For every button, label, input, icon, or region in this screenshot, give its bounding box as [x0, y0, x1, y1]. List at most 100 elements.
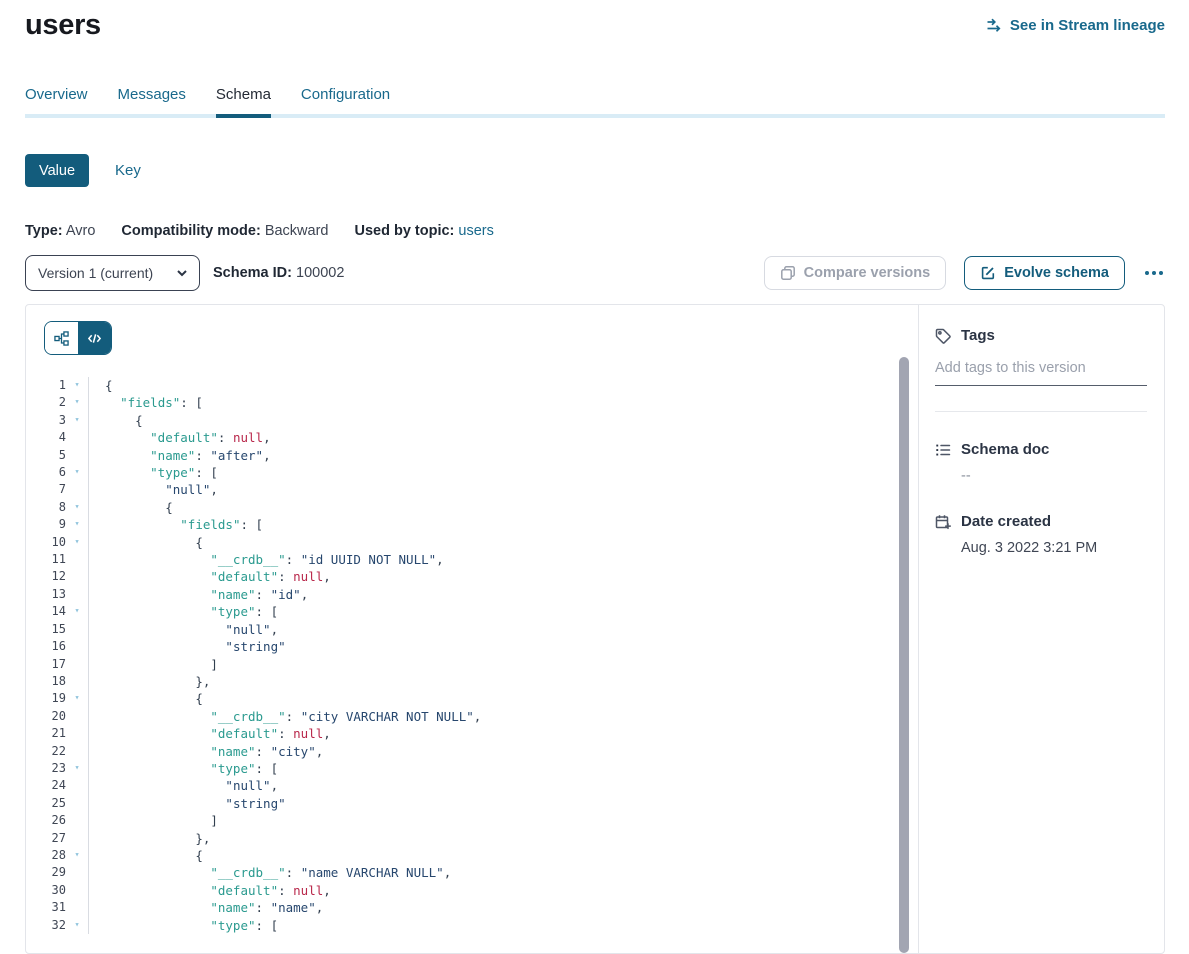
code-line: 13 "name": "id",	[26, 586, 918, 603]
value-toggle-button[interactable]: Value	[25, 154, 89, 187]
list-icon	[935, 442, 951, 458]
line-number: 32	[26, 917, 66, 934]
schema-type: Type: Avro	[25, 223, 95, 239]
schema-doc-value: --	[961, 468, 1147, 484]
line-number: 11	[26, 551, 66, 568]
date-created-value: Aug. 3 2022 3:21 PM	[961, 540, 1147, 556]
fold-toggle-icon[interactable]: ▾	[66, 603, 88, 620]
code-line: 4 "default": null,	[26, 429, 918, 446]
date-created-heading: Date created	[961, 513, 1051, 530]
line-number: 21	[26, 725, 66, 742]
code-scrollbar-thumb[interactable]	[899, 357, 909, 953]
schema-code-column: 1▾{2▾ "fields": [3▾ {4 "default": null,5…	[26, 305, 918, 953]
line-number: 6	[26, 464, 66, 481]
code-line: 7 "null",	[26, 481, 918, 498]
key-toggle-link[interactable]: Key	[115, 162, 141, 179]
code-line: 32▾ "type": [	[26, 917, 918, 934]
line-number: 13	[26, 586, 66, 603]
line-number: 15	[26, 621, 66, 638]
code-line: 23▾ "type": [	[26, 760, 918, 777]
topic-link[interactable]: users	[458, 223, 493, 239]
line-number: 7	[26, 481, 66, 498]
line-number: 3	[26, 412, 66, 429]
line-number: 12	[26, 568, 66, 585]
code-line: 6▾ "type": [	[26, 464, 918, 481]
compare-versions-button[interactable]: Compare versions	[764, 256, 947, 290]
code-line: 30 "default": null,	[26, 882, 918, 899]
line-number: 24	[26, 777, 66, 794]
tab-configuration[interactable]: Configuration	[301, 86, 390, 114]
schema-panel: 1▾{2▾ "fields": [3▾ {4 "default": null,5…	[25, 304, 1165, 954]
evolve-schema-button[interactable]: Evolve schema	[964, 256, 1125, 290]
tab-overview[interactable]: Overview	[25, 86, 88, 114]
fold-toggle-icon[interactable]: ▾	[66, 847, 88, 864]
line-number: 25	[26, 795, 66, 812]
tree-view-button[interactable]	[45, 322, 78, 354]
line-number: 8	[26, 499, 66, 516]
line-number: 29	[26, 864, 66, 881]
line-number: 22	[26, 743, 66, 760]
stream-lineage-link[interactable]: See in Stream lineage	[986, 17, 1165, 34]
tags-heading-row: Tags	[935, 327, 1147, 344]
code-line: 9▾ "fields": [	[26, 516, 918, 533]
code-line: 17 ]	[26, 656, 918, 673]
tag-icon	[935, 328, 951, 344]
version-select[interactable]: Version 1 (current)	[25, 255, 200, 291]
line-number: 26	[26, 812, 66, 829]
fold-toggle-icon[interactable]: ▾	[66, 412, 88, 429]
fold-toggle-icon[interactable]: ▾	[66, 760, 88, 777]
code-line: 29 "__crdb__": "name VARCHAR NULL",	[26, 864, 918, 881]
line-number: 31	[26, 899, 66, 916]
fold-toggle-icon[interactable]: ▾	[66, 917, 88, 934]
code-line: 22 "name": "city",	[26, 743, 918, 760]
schema-doc-section: Schema doc --	[935, 441, 1147, 484]
fold-toggle-icon[interactable]: ▾	[66, 690, 88, 707]
code-line: 19▾ {	[26, 690, 918, 707]
schema-meta-row: Type: Avro Compatibility mode: Backward …	[25, 223, 1165, 239]
line-number: 5	[26, 447, 66, 464]
line-number: 4	[26, 429, 66, 446]
line-number: 1	[26, 377, 66, 394]
add-tags-input[interactable]	[935, 356, 1147, 386]
line-number: 2	[26, 394, 66, 411]
line-number: 9	[26, 516, 66, 533]
version-select-wrap: Version 1 (current)	[25, 255, 200, 291]
fold-toggle-icon[interactable]: ▾	[66, 534, 88, 551]
code-line: 10▾ {	[26, 534, 918, 551]
line-number: 27	[26, 830, 66, 847]
schema-id: Schema ID: 100002	[213, 265, 344, 281]
line-number: 23	[26, 760, 66, 777]
line-number: 14	[26, 603, 66, 620]
code-line: 24 "null",	[26, 777, 918, 794]
compatibility-mode: Compatibility mode: Backward	[121, 223, 328, 239]
tab-messages[interactable]: Messages	[118, 86, 186, 114]
schema-doc-heading-row: Schema doc	[935, 441, 1147, 458]
code-line: 26 ]	[26, 812, 918, 829]
line-number: 16	[26, 638, 66, 655]
schema-actions: Compare versions Evolve schema	[764, 256, 1165, 290]
compare-versions-icon	[780, 265, 796, 281]
tab-schema[interactable]: Schema	[216, 86, 271, 118]
code-scrollbar-track[interactable]	[899, 357, 909, 953]
ellipsis-icon	[1145, 271, 1149, 275]
more-menu-button[interactable]	[1143, 265, 1165, 281]
fold-toggle-icon[interactable]: ▾	[66, 464, 88, 481]
code-line: 27 },	[26, 830, 918, 847]
code-toolbar	[26, 305, 918, 357]
tree-view-icon	[54, 331, 69, 346]
code-line: 21 "default": null,	[26, 725, 918, 742]
page-header: users See in Stream lineage	[25, 0, 1165, 42]
code-line: 16 "string"	[26, 638, 918, 655]
fold-toggle-icon[interactable]: ▾	[66, 499, 88, 516]
code-lines: 1▾{2▾ "fields": [3▾ {4 "default": null,5…	[26, 357, 918, 934]
tab-bar: Overview Messages Schema Configuration	[25, 86, 1165, 118]
fold-toggle-icon[interactable]: ▾	[66, 516, 88, 533]
line-number: 30	[26, 882, 66, 899]
stream-lineage-icon	[986, 18, 1003, 33]
version-bar: Version 1 (current) Schema ID: 100002 Co…	[25, 255, 1165, 291]
fold-toggle-icon[interactable]: ▾	[66, 394, 88, 411]
code-line: 15 "null",	[26, 621, 918, 638]
code-view-button[interactable]	[78, 322, 111, 354]
code-line: 11 "__crdb__": "id UUID NOT NULL",	[26, 551, 918, 568]
fold-toggle-icon[interactable]: ▾	[66, 377, 88, 394]
